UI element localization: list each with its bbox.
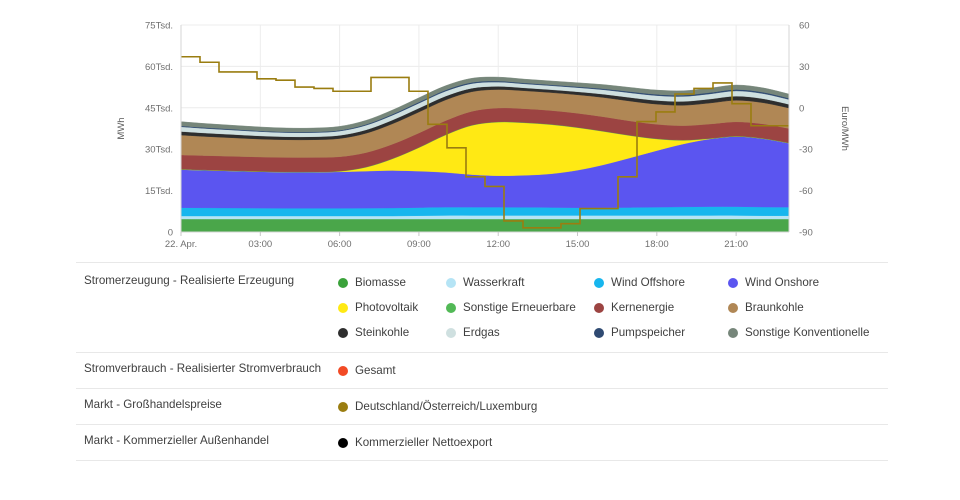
x-axis-tick-label: 06:00 <box>328 239 352 250</box>
legend-table: Stromerzeugung - Realisierte Erzeugung B… <box>76 262 888 461</box>
legend-item-label: Pumpspeicher <box>611 326 686 339</box>
legend-category-label: Markt - Großhandelspreise <box>84 398 222 411</box>
y2-axis-tick-label: -60 <box>799 186 813 197</box>
legend-item-label: Kommerzieller Nettoexport <box>355 436 493 449</box>
legend-item[interactable]: Deutschland/Österreich/Luxemburg <box>338 396 537 417</box>
legend-color-swatch-icon <box>338 401 348 412</box>
legend-item[interactable]: Braunkohle <box>728 297 888 318</box>
y-axis-title: MWh <box>116 117 127 139</box>
legend-color-swatch-icon <box>728 302 738 313</box>
legend-item-label: Gesamt <box>355 364 396 377</box>
legend-item-label: Erdgas <box>463 326 500 339</box>
x-axis-tick-label: 09:00 <box>407 239 431 250</box>
legend-item-label: Sonstige Erneuerbare <box>463 301 576 314</box>
legend-item-label: Kernenergie <box>611 301 675 314</box>
legend-item[interactable]: Sonstige Konventionelle <box>728 322 888 343</box>
x-axis-tick-label: 15:00 <box>566 239 590 250</box>
y-axis-tick-label: 45Tsd. <box>145 103 173 114</box>
legend-items-consumption: Gesamt <box>338 360 888 381</box>
area-band-biomasse[interactable] <box>180 218 790 233</box>
y2-axis-title: Euro/MWh <box>839 106 850 151</box>
legend-item-label: Deutschland/Österreich/Luxemburg <box>355 400 538 413</box>
legend-color-swatch-icon <box>594 302 604 313</box>
legend-color-swatch-icon <box>338 437 348 448</box>
y-axis-tick-label: 75Tsd. <box>145 21 173 32</box>
legend-item-label: Steinkohle <box>355 326 410 339</box>
legend-item[interactable]: Wind Onshore <box>728 272 888 293</box>
legend-category-label: Stromverbrauch - Realisierter Stromverbr… <box>84 362 322 375</box>
energy-chart-page: 0 15Tsd. 30Tsd. 45Tsd. 60Tsd. 75Tsd. -90 -60 -30… <box>0 0 960 500</box>
y2-axis-tick-label: -30 <box>799 145 813 156</box>
legend-color-swatch-icon <box>728 277 738 288</box>
y-axis-tick-label: 30Tsd. <box>145 145 173 156</box>
y-axis-tick-label: 0 <box>168 228 173 239</box>
legend-item-label: Braunkohle <box>745 301 804 314</box>
legend-item[interactable]: Kernenergie <box>594 297 728 318</box>
legend-item[interactable]: Erdgas <box>446 322 594 343</box>
y-axis-tick-label: 15Tsd. <box>145 186 173 197</box>
legend-items-prices: Deutschland/Österreich/Luxemburg <box>338 396 888 417</box>
y2-axis-tick-label: -90 <box>799 228 813 239</box>
legend-color-swatch-icon <box>446 302 456 313</box>
legend-item-label: Wasserkraft <box>463 276 525 289</box>
x-axis-tick-label: 22. Apr. <box>165 239 197 250</box>
legend-color-swatch-icon <box>338 277 348 288</box>
y2-axis-tick-label: 60 <box>799 21 810 32</box>
legend-item-label: Biomasse <box>355 276 406 289</box>
legend-color-swatch-icon <box>338 327 348 338</box>
legend-row-consumption: Stromverbrauch - Realisierter Stromverbr… <box>76 352 888 388</box>
legend-color-swatch-icon <box>338 365 348 376</box>
legend-row-generation: Stromerzeugung - Realisierte Erzeugung B… <box>76 262 888 352</box>
legend-items-generation: Biomasse Wasserkraft Wind Offshore Wind Ons… <box>338 272 888 343</box>
legend-item[interactable]: Biomasse <box>338 272 446 293</box>
x-axis-tick-label: 21:00 <box>724 239 748 250</box>
legend-items-trade: Kommerzieller Nettoexport <box>338 432 888 453</box>
x-axis-tick-label: 12:00 <box>486 239 510 250</box>
legend-item[interactable]: Kommerzieller Nettoexport <box>338 432 492 453</box>
legend-item[interactable]: Sonstige Erneuerbare <box>446 297 594 318</box>
legend-category-label: Stromerzeugung - Realisierte Erzeugung <box>84 274 295 287</box>
legend-item[interactable]: Wasserkraft <box>446 272 594 293</box>
legend-color-swatch-icon <box>338 302 348 313</box>
legend-item-label: Sonstige Konventionelle <box>745 326 870 339</box>
y2-axis-tick-label: 30 <box>799 62 810 73</box>
x-axis-tick-label: 18:00 <box>645 239 669 250</box>
legend-item-label: Wind Onshore <box>745 276 820 289</box>
legend-color-swatch-icon <box>446 277 456 288</box>
legend-item[interactable]: Pumpspeicher <box>594 322 728 343</box>
legend-color-swatch-icon <box>594 327 604 338</box>
legend-row-wholesale-prices: Markt - Großhandelspreise Deutschland/Ös… <box>76 388 888 424</box>
legend-row-foreign-trade: Markt - Kommerzieller Außenhandel Kommer… <box>76 424 888 461</box>
legend-color-swatch-icon <box>446 327 456 338</box>
legend-item-label: Photovoltaik <box>355 301 419 314</box>
legend-item[interactable]: Gesamt <box>338 360 396 381</box>
y2-axis-tick-label: 0 <box>799 103 804 114</box>
legend-color-swatch-icon <box>594 277 604 288</box>
chart-container[interactable]: 0 15Tsd. 30Tsd. 45Tsd. 60Tsd. 75Tsd. -90 -60 -30… <box>0 0 960 258</box>
legend-category-label: Markt - Kommerzieller Außenhandel <box>84 434 269 447</box>
legend-item[interactable]: Wind Offshore <box>594 272 728 293</box>
legend-item-label: Wind Offshore <box>611 276 685 289</box>
legend-item[interactable]: Steinkohle <box>338 322 446 343</box>
legend-color-swatch-icon <box>728 327 738 338</box>
y-axis-tick-label: 60Tsd. <box>145 62 173 73</box>
x-axis-tick-label: 03:00 <box>248 239 272 250</box>
stacked-area-chart[interactable]: 0 15Tsd. 30Tsd. 45Tsd. 60Tsd. 75Tsd. -90 -60 -30… <box>0 0 960 258</box>
legend-item[interactable]: Photovoltaik <box>338 297 446 318</box>
